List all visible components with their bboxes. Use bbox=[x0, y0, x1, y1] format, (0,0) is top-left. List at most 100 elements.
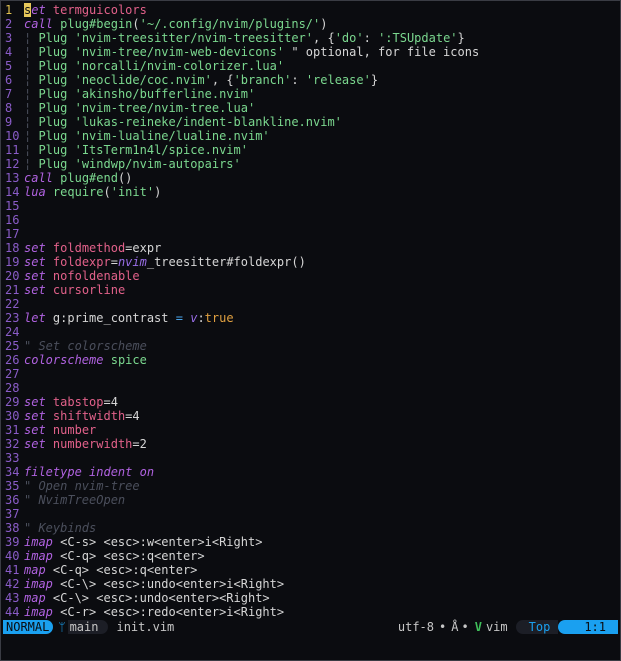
code-line[interactable]: 41 map <C-q> <esc>:q<enter> bbox=[5, 563, 620, 577]
code-token: " Open nvim-tree bbox=[24, 479, 140, 493]
code-line[interactable]: 39 imap <C-s> <esc>:w<enter>i<Right> bbox=[5, 535, 620, 549]
code-line[interactable]: 18 set foldmethod=expr bbox=[5, 241, 620, 255]
code-line[interactable]: 42 imap <C-\> <esc>:undo<enter>i<Right> bbox=[5, 577, 620, 591]
line-code[interactable]: call plug#end() bbox=[24, 171, 132, 185]
code-line[interactable]: 11 ¦ Plug 'ItsTerm1n4l/spice.nvim' bbox=[5, 143, 620, 157]
line-code[interactable]: map <C-\> <esc>:undo<enter><Right> bbox=[24, 591, 270, 605]
code-line[interactable]: 37 bbox=[5, 507, 620, 521]
code-line[interactable]: 10 ¦ Plug 'nvim-lualine/lualine.nvim' bbox=[5, 129, 620, 143]
code-line[interactable]: 4 ¦ Plug 'nvim-tree/nvim-web-devicons' " … bbox=[5, 45, 620, 59]
code-line[interactable]: 44 imap <C-r> <esc>:redo<enter>i<Right> bbox=[5, 605, 620, 619]
code-line[interactable]: 6 ¦ Plug 'neoclide/coc.nvim', {'branch': … bbox=[5, 73, 620, 87]
line-code[interactable]: ¦ Plug 'ItsTerm1n4l/spice.nvim' bbox=[24, 143, 248, 157]
line-code[interactable]: set termguicolors bbox=[24, 3, 147, 17]
code-token: 'nvim-tree/nvim-tree.lua' bbox=[74, 101, 256, 115]
code-line[interactable]: 35 " Open nvim-tree bbox=[5, 479, 620, 493]
code-line[interactable]: 24 bbox=[5, 325, 620, 339]
line-code[interactable]: " Open nvim-tree bbox=[24, 479, 140, 493]
code-line[interactable]: 8 ¦ Plug 'nvim-tree/nvim-tree.lua' bbox=[5, 101, 620, 115]
code-line[interactable]: 29 set tabstop=4 bbox=[5, 395, 620, 409]
line-code[interactable]: " Set colorscheme bbox=[24, 339, 147, 353]
line-code[interactable]: ¦ Plug 'nvim-tree/nvim-tree.lua' bbox=[24, 101, 255, 115]
line-code[interactable]: filetype indent on bbox=[24, 465, 154, 479]
code-token: ¦ bbox=[24, 31, 39, 45]
line-code[interactable]: imap <C-q> <esc>:q<enter> bbox=[24, 549, 205, 563]
code-line[interactable]: 14 lua require('init') bbox=[5, 185, 620, 199]
code-line[interactable]: 16 bbox=[5, 213, 620, 227]
code-line[interactable]: 5 ¦ Plug 'norcalli/nvim-colorizer.lua' bbox=[5, 59, 620, 73]
code-line[interactable]: 13 call plug#end() bbox=[5, 171, 620, 185]
line-code[interactable]: ¦ Plug 'norcalli/nvim-colorizer.lua' bbox=[24, 59, 284, 73]
code-line[interactable]: 40 imap <C-q> <esc>:q<enter> bbox=[5, 549, 620, 563]
code-token: foldexpr bbox=[52, 255, 111, 269]
code-token: ¦ bbox=[24, 59, 39, 73]
line-code[interactable]: let g:prime_contrast = v:true bbox=[24, 311, 234, 325]
code-line[interactable]: 15 bbox=[5, 199, 620, 213]
code-line[interactable]: 19 set foldexpr=nvim_treesitter#foldexpr(… bbox=[5, 255, 620, 269]
code-line[interactable]: 17 bbox=[5, 227, 620, 241]
code-line[interactable]: 28 bbox=[5, 381, 620, 395]
code-line[interactable]: 20 set nofoldenable bbox=[5, 269, 620, 283]
line-code[interactable]: ¦ Plug 'akinsho/bufferline.nvim' bbox=[24, 87, 255, 101]
code-line[interactable]: 2 call plug#begin('~/.config/nvim/plugins… bbox=[5, 17, 620, 31]
code-line[interactable]: 38 " Keybinds bbox=[5, 521, 620, 535]
code-line[interactable]: 31 set number bbox=[5, 423, 620, 437]
line-code[interactable]: imap <C-s> <esc>:w<enter>i<Right> bbox=[24, 535, 262, 549]
code-line[interactable]: 27 bbox=[5, 367, 620, 381]
line-code[interactable]: " NvimTreeOpen bbox=[24, 493, 125, 507]
line-number: 41 bbox=[5, 563, 20, 577]
code-line[interactable]: 30 set shiftwidth=4 bbox=[5, 409, 620, 423]
code-line[interactable]: 43 map <C-\> <esc>:undo<enter><Right> bbox=[5, 591, 620, 605]
line-code[interactable]: ¦ Plug 'lukas-reineke/indent-blankline.n… bbox=[24, 115, 342, 129]
code-line[interactable]: 9 ¦ Plug 'lukas-reineke/indent-blankline.… bbox=[5, 115, 620, 129]
code-line[interactable]: 23 let g:prime_contrast = v:true bbox=[5, 311, 620, 325]
line-code[interactable]: ¦ Plug 'nvim-lualine/lualine.nvim' bbox=[24, 129, 270, 143]
line-code[interactable]: ¦ Plug 'nvim-tree/nvim-web-devicons' " o… bbox=[24, 45, 479, 59]
line-code[interactable]: imap <C-\> <esc>:undo<enter>i<Right> bbox=[24, 577, 284, 591]
line-code[interactable]: imap <C-r> <esc>:redo<enter>i<Right> bbox=[24, 605, 284, 619]
code-token: " optional, for file icons bbox=[284, 45, 480, 59]
line-code[interactable]: " Keybinds bbox=[24, 521, 96, 535]
line-code[interactable]: set number bbox=[24, 423, 96, 437]
code-line[interactable]: 33 bbox=[5, 451, 620, 465]
code-line[interactable]: 32 set numberwidth=2 bbox=[5, 437, 620, 451]
code-line[interactable]: 12 ¦ Plug 'windwp/nvim-autopairs' bbox=[5, 157, 620, 171]
code-line[interactable]: 36 " NvimTreeOpen bbox=[5, 493, 620, 507]
line-code[interactable]: lua require('init') bbox=[24, 185, 161, 199]
line-code[interactable]: set shiftwidth=4 bbox=[24, 409, 140, 423]
code-line[interactable]: 25 " Set colorscheme bbox=[5, 339, 620, 353]
line-code[interactable]: set cursorline bbox=[24, 283, 125, 297]
line-number: 40 bbox=[5, 549, 20, 563]
line-code[interactable]: set tabstop=4 bbox=[24, 395, 118, 409]
line-code[interactable]: ¦ Plug 'nvim-treesitter/nvim-treesitter'… bbox=[24, 31, 465, 45]
line-number: 10 bbox=[5, 129, 20, 143]
code-line[interactable]: 22 bbox=[5, 297, 620, 311]
line-code[interactable]: set foldmethod=expr bbox=[24, 241, 161, 255]
code-token: 'neoclide/coc.nvim' bbox=[74, 73, 212, 87]
code-line[interactable]: 1 set termguicolors bbox=[5, 3, 620, 17]
code-line[interactable]: 3 ¦ Plug 'nvim-treesitter/nvim-treesitter… bbox=[5, 31, 620, 45]
line-code[interactable]: call plug#begin('~/.config/nvim/plugins/… bbox=[24, 17, 327, 31]
line-code[interactable]: set numberwidth=2 bbox=[24, 437, 147, 451]
code-line[interactable]: 34 filetype indent on bbox=[5, 465, 620, 479]
line-code[interactable]: colorscheme spice bbox=[24, 353, 147, 367]
line-code[interactable]: set nofoldenable bbox=[24, 269, 140, 283]
code-token: ¦ bbox=[24, 87, 39, 101]
code-line[interactable]: 26 colorscheme spice bbox=[5, 353, 620, 367]
editor-buffer[interactable]: 1 set termguicolors 2 call plug#begin('~/.c… bbox=[5, 3, 620, 619]
line-number: 24 bbox=[5, 325, 20, 339]
line-code[interactable]: ¦ Plug 'neoclide/coc.nvim', {'branch': '… bbox=[24, 73, 378, 87]
line-code[interactable]: ¦ Plug 'windwp/nvim-autopairs' bbox=[24, 157, 241, 171]
code-line[interactable]: 7 ¦ Plug 'akinsho/bufferline.nvim' bbox=[5, 87, 620, 101]
line-number: 34 bbox=[5, 465, 20, 479]
code-token: ¦ bbox=[24, 143, 39, 157]
line-code[interactable]: map <C-q> <esc>:q<enter> bbox=[24, 563, 197, 577]
code-line[interactable]: 21 set cursorline bbox=[5, 283, 620, 297]
code-token: ( bbox=[103, 185, 111, 199]
line-code[interactable]: set foldexpr=nvim_treesitter#foldexpr() bbox=[24, 255, 306, 269]
code-token: Plug bbox=[38, 45, 68, 59]
mode-indicator: NORMAL bbox=[3, 620, 54, 634]
